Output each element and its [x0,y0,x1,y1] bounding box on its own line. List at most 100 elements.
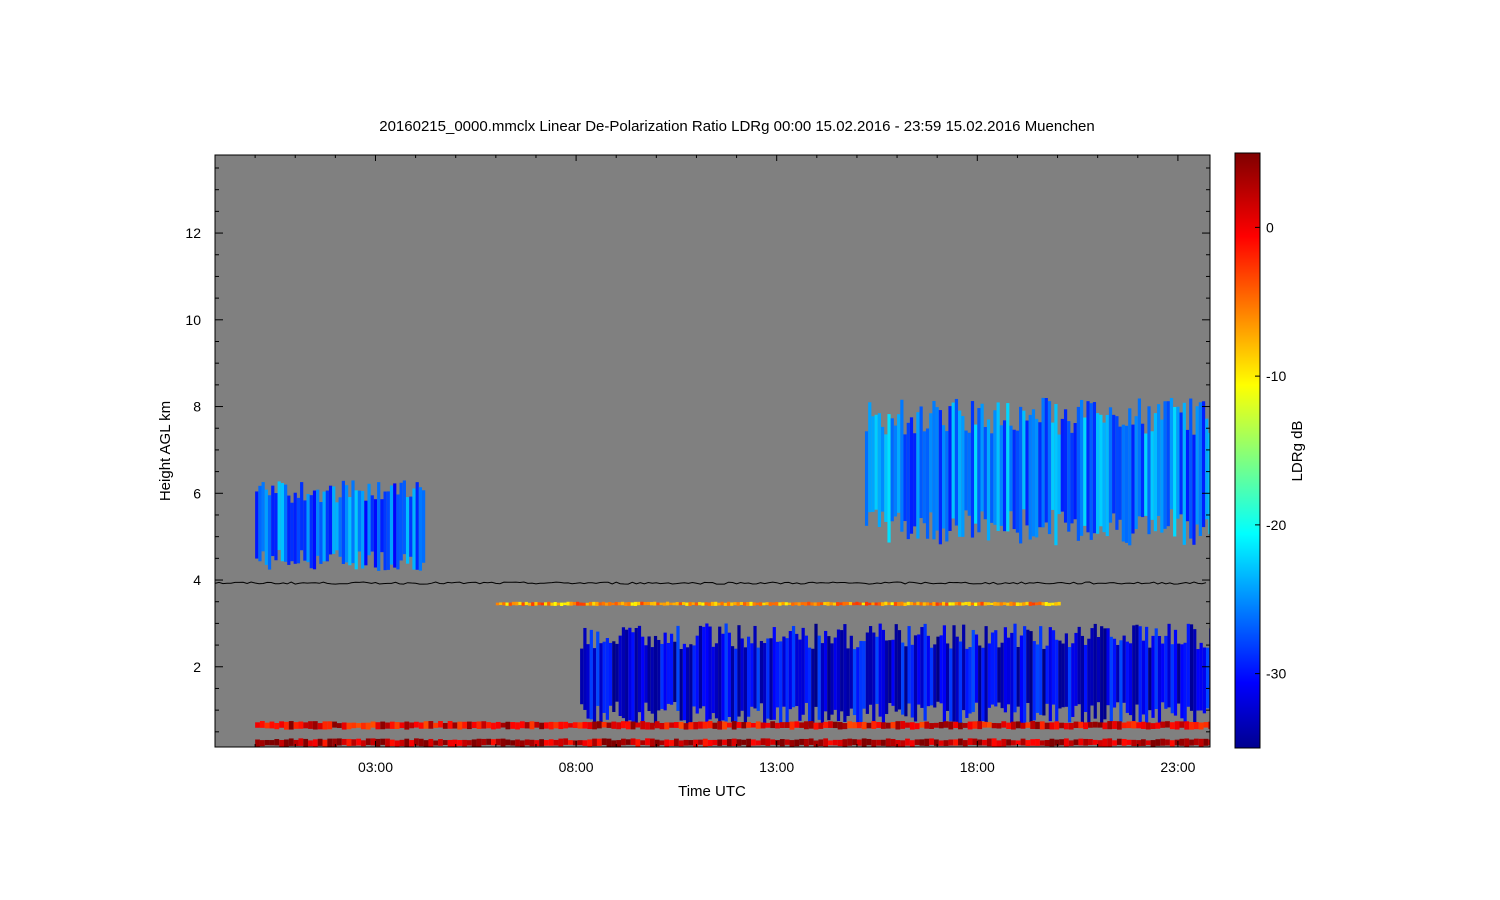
heatmap-cell-near-surface-band-lower [346,738,352,747]
heatmap-cell-near-surface-band-upper [659,722,665,730]
heatmap-cell-sparse-echo-line [601,601,605,606]
heatmap-cell-cirrus-early [412,488,416,570]
heatmap-cell-cirrus-late [977,408,981,533]
heatmap-cell-near-surface-band-upper [500,722,506,728]
heatmap-cell-near-surface-band-lower [462,739,467,747]
heatmap-cell-near-surface-band-lower [929,738,934,745]
heatmap-cell-near-surface-band-upper [1121,722,1127,729]
heatmap-cell-near-surface-band-upper [818,722,824,729]
heatmap-cell-near-surface-band-lower [1165,739,1170,746]
heatmap-cell-low-cloud-day [660,643,664,709]
heatmap-cell-near-surface-band-lower [476,738,482,747]
heatmap-cell-near-surface-band-upper [731,721,737,730]
heatmap-cell-near-surface-band-upper [558,721,564,730]
heatmap-cell-sparse-echo-line [941,601,946,606]
heatmap-cell-low-cloud-day [1161,643,1165,703]
heatmap-cell-low-cloud-day [820,643,825,725]
heatmap-cell-near-surface-band-lower [1179,738,1185,746]
heatmap-cell-low-cloud-day [1019,635,1024,724]
heatmap-cell-low-cloud-day [679,648,683,721]
heatmap-cell-near-surface-band-upper [389,721,395,729]
heatmap-cell-cirrus-early [377,482,381,571]
heatmap-cell-cirrus-early [332,486,336,554]
heatmap-cell-low-cloud-day [1087,638,1091,726]
heatmap-cell-low-cloud-day [782,636,786,707]
heatmap-cell-near-surface-band-upper [828,721,833,728]
heatmap-cell-sparse-echo-line [929,602,933,606]
heatmap-cell-cirrus-late [1115,416,1119,530]
heatmap-cell-near-surface-band-upper [900,721,906,729]
heatmap-cell-low-cloud-day [827,636,831,721]
heatmap-cell-sparse-echo-line [977,602,981,606]
heatmap-cell-cirrus-late [961,416,965,537]
heatmap-cell-near-surface-band-lower [645,738,650,746]
heatmap-cell-sparse-echo-line [983,602,987,606]
heatmap-cell-low-cloud-day [990,632,995,705]
heatmap-cell-near-surface-band-upper [929,723,934,729]
heatmap-cell-near-surface-band-upper [678,721,684,729]
heatmap-cell-cirrus-late [1060,418,1064,512]
heatmap-cell-near-surface-band-lower [659,740,665,746]
heatmap-cell-near-surface-band-lower [1203,738,1209,746]
heatmap-cell-sparse-echo-line [794,602,798,606]
heatmap-cell-cirrus-early [322,491,326,562]
heatmap-cell-cirrus-late [1144,433,1148,516]
heatmap-cell-cirrus-early [422,490,426,563]
heatmap-cell-near-surface-band-upper [553,722,559,729]
heatmap-cell-near-surface-band-upper [1116,721,1122,730]
heatmap-cell-near-surface-band-upper [534,721,540,728]
heatmap-cell-near-surface-band-upper [1015,721,1021,729]
heatmap-cell-near-surface-band-upper [332,721,337,728]
heatmap-cell-near-surface-band-lower [404,738,410,747]
heatmap-cell-near-surface-band-lower [303,738,309,747]
heatmap-cell-near-surface-band-upper [399,722,405,729]
heatmap-cell-low-cloud-day [955,636,959,728]
heatmap-cell-low-cloud-day [1077,626,1081,705]
heatmap-cell-cirrus-late [964,430,968,511]
heatmap-cell-sparse-echo-line [961,602,965,606]
heatmap-cell-low-cloud-day [843,624,847,722]
heatmap-cell-sparse-echo-line [637,601,641,606]
heatmap-cell-near-surface-band-lower [515,739,520,747]
heatmap-cell-sparse-echo-line [710,601,715,606]
heatmap-cell-near-surface-band-lower [548,739,554,746]
heatmap-cell-near-surface-band-lower [621,738,626,746]
heatmap-cell-sparse-echo-line [556,602,561,606]
heatmap-cell-cirrus-early [399,482,403,561]
heatmap-cell-near-surface-band-upper [1054,721,1060,730]
heatmap-cell-near-surface-band-upper [1035,721,1040,730]
heatmap-cell-near-surface-band-upper [539,722,544,730]
heatmap-cell-sparse-echo-line [807,601,811,606]
heatmap-cell-near-surface-band-lower [765,738,771,746]
heatmap-cell-near-surface-band-upper [303,722,309,729]
heatmap-cell-near-surface-band-upper [770,721,776,729]
heatmap-cell-near-surface-band-upper [592,721,597,730]
heatmap-cell-near-surface-band-upper [924,721,930,729]
heatmap-cell-near-surface-band-upper [288,721,294,730]
heatmap-cell-cirrus-late [890,418,894,522]
heatmap-cell-low-cloud-day [734,648,738,726]
heatmap-cell-near-surface-band-lower [1088,739,1093,746]
heatmap-cell-cirrus-early [402,480,406,555]
heatmap-cell-cirrus-late [1089,403,1093,540]
heatmap-cell-low-cloud-day [1013,623,1017,713]
heatmap-cell-near-surface-band-upper [958,722,963,730]
heatmap-cell-near-surface-band-upper [943,721,949,728]
heatmap-cell-cirrus-early [393,483,397,568]
heatmap-cell-near-surface-band-lower [938,740,944,746]
heatmap-cell-sparse-echo-line [871,602,875,606]
heatmap-cell-near-surface-band-lower [259,740,265,747]
heatmap-cell-cirrus-late [1150,431,1154,520]
heatmap-cell-cirrus-late [1047,401,1052,535]
heatmap-cell-near-surface-band-upper [746,722,752,728]
heatmap-cell-sparse-echo-line [608,602,612,606]
heatmap-cell-sparse-echo-line [797,602,801,606]
heatmap-cell-near-surface-band-lower [852,739,857,746]
heatmap-cell-sparse-echo-line [935,602,939,606]
heatmap-cell-near-surface-band-upper [1039,721,1045,730]
heatmap-cell-sparse-echo-line [502,602,506,606]
heatmap-cell-sparse-echo-line [1054,602,1058,606]
heatmap-cell-sparse-echo-line [515,601,519,606]
heatmap-cell-low-cloud-day [901,642,905,715]
heatmap-cell-near-surface-band-lower [630,738,636,745]
